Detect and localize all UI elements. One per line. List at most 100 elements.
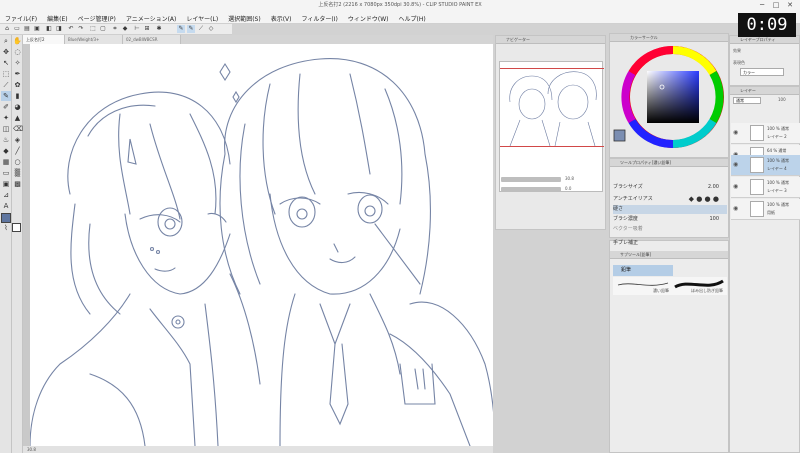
layer-thumbnail bbox=[750, 125, 764, 141]
zoom-tool-icon[interactable]: ⌕ bbox=[1, 36, 11, 46]
blend-tool-icon[interactable]: ♨ bbox=[1, 135, 11, 145]
3d-icon[interactable]: ◈ bbox=[13, 135, 22, 145]
visibility-eye-icon[interactable]: ◉ bbox=[733, 205, 738, 212]
window-controls: ─ □ ✕ bbox=[756, 1, 796, 9]
brush-tool-icon[interactable]: ✐ bbox=[1, 102, 11, 112]
menu-filter[interactable]: フィルター(I) bbox=[297, 10, 343, 23]
snap-grid-icon[interactable]: ⊞ bbox=[143, 25, 151, 33]
vector-snap-row[interactable]: ベクター吸着 bbox=[613, 225, 727, 234]
snap-ruler-icon[interactable]: ⊢ bbox=[133, 25, 141, 33]
operation-tool-icon[interactable]: ↖ bbox=[1, 58, 11, 68]
airbrush-icon[interactable]: ✦ bbox=[1, 113, 11, 123]
frame-tool-icon[interactable]: ▣ bbox=[1, 179, 11, 189]
rotate-slider[interactable] bbox=[501, 187, 561, 192]
close-button[interactable]: ✕ bbox=[784, 1, 796, 9]
pen-mode-icon[interactable]: ✎ bbox=[177, 25, 185, 33]
pencil-tool-icon[interactable]: ✎ bbox=[1, 91, 11, 101]
fill-icon[interactable]: ◆ bbox=[121, 25, 129, 33]
color-wheel[interactable] bbox=[610, 42, 730, 159]
minimize-button[interactable]: ─ bbox=[756, 1, 768, 9]
antialias-row[interactable]: アンチエイリアス ◆ ● ● ● bbox=[613, 195, 727, 204]
open-icon[interactable]: ▤ bbox=[23, 25, 31, 33]
tab-canvas-3[interactable]: 02_dwBlWBCSR bbox=[123, 35, 181, 44]
watercolor-icon[interactable]: ◕ bbox=[13, 102, 22, 112]
save-icon[interactable]: ▣ bbox=[33, 25, 41, 33]
paint-icon[interactable]: ▲ bbox=[13, 113, 22, 123]
navigator-controls: 30.8 0.0 bbox=[499, 174, 603, 199]
brush-name-1[interactable]: 濃い鉛筆 bbox=[653, 288, 669, 294]
lasso-icon[interactable]: ◌ bbox=[13, 47, 22, 57]
vector-eraser-icon[interactable]: ⌫ bbox=[13, 124, 23, 134]
sub-color-swatch[interactable] bbox=[12, 223, 21, 232]
menu-help[interactable]: ヘルプ(H) bbox=[393, 10, 430, 23]
antialias-label: アンチエイリアス bbox=[613, 196, 653, 202]
main-color-swatch[interactable] bbox=[1, 213, 11, 223]
clear-icon[interactable]: ◧ bbox=[45, 25, 53, 33]
maximize-button[interactable]: □ bbox=[770, 1, 782, 9]
figure-tool-icon[interactable]: ▭ bbox=[1, 168, 11, 178]
eraser-icon[interactable]: ◫ bbox=[1, 124, 11, 134]
home-icon[interactable]: ⌂ bbox=[3, 25, 11, 33]
gradient-icon[interactable]: ▦ bbox=[1, 157, 11, 167]
menu-page[interactable]: ページ管理(P) bbox=[73, 10, 121, 23]
redo-icon[interactable]: ↷ bbox=[77, 25, 85, 33]
layer-row-selected[interactable]: ◉ 100 % 通常 レイヤー 4 bbox=[731, 155, 800, 176]
pattern-icon[interactable]: ▩ bbox=[13, 179, 22, 189]
shape-icon[interactable]: ○ bbox=[13, 157, 22, 167]
tab-canvas-2[interactable]: Blue/Weight/3+ bbox=[65, 35, 123, 44]
text-tool-icon[interactable]: A bbox=[1, 201, 11, 211]
move-tool-icon[interactable]: ✥ bbox=[1, 47, 11, 57]
expression-select[interactable]: カラー bbox=[740, 68, 784, 76]
sketch-canvas[interactable] bbox=[30, 44, 493, 446]
perspective-icon[interactable]: ◇ bbox=[207, 25, 215, 33]
status-zoom: 30.8 bbox=[27, 447, 36, 452]
tab-canvas-1[interactable]: 上反名打2 bbox=[23, 35, 65, 44]
layer-row[interactable]: ◉ 100 % 通常 レイヤー 3 bbox=[731, 177, 800, 198]
menu-layer[interactable]: レイヤー(L) bbox=[181, 10, 223, 23]
pen-mode2-icon[interactable]: ✎ bbox=[187, 25, 195, 33]
marker-icon[interactable]: ▮ bbox=[13, 91, 22, 101]
brush-name-2[interactable]: ほみ出し防ぎ鉛筆 bbox=[691, 288, 723, 294]
visibility-eye-icon[interactable]: ◉ bbox=[733, 183, 738, 190]
brush-density-row[interactable]: ブラシ濃度 100 bbox=[613, 215, 727, 224]
correct-line-icon[interactable]: ⌇ bbox=[1, 223, 11, 233]
magic-wand-icon[interactable]: ✧ bbox=[13, 58, 22, 68]
zoom-slider[interactable] bbox=[501, 177, 561, 182]
crop-icon[interactable]: ⌗ bbox=[111, 25, 119, 33]
pen-tool-icon[interactable]: ✒ bbox=[13, 69, 22, 79]
settings-icon[interactable]: ✱ bbox=[155, 25, 163, 33]
menu-file[interactable]: ファイル(F) bbox=[0, 10, 42, 23]
ruler-icon[interactable]: ⟋ bbox=[197, 25, 205, 33]
menu-view[interactable]: 表示(V) bbox=[266, 10, 297, 23]
menu-edit[interactable]: 編集(E) bbox=[42, 10, 72, 23]
selection-tool-icon[interactable]: ⬚ bbox=[1, 69, 11, 79]
menu-animation[interactable]: アニメーション(A) bbox=[121, 10, 182, 23]
select-all-icon[interactable]: ▢ bbox=[99, 25, 107, 33]
fill-tool-icon[interactable]: ◆ bbox=[1, 146, 11, 156]
navigator-thumbnail[interactable] bbox=[499, 61, 604, 192]
menu-selection[interactable]: 選択範囲(S) bbox=[223, 10, 266, 23]
transform-icon[interactable]: ◨ bbox=[55, 25, 63, 33]
eyedropper-icon[interactable]: ⟋ bbox=[1, 80, 11, 90]
line-tool-icon[interactable]: ╱ bbox=[13, 146, 22, 156]
canvas-area[interactable] bbox=[23, 44, 493, 446]
menu-window[interactable]: ウィンドウ(W) bbox=[343, 10, 394, 23]
ruler-tool-icon[interactable]: ⊿ bbox=[1, 190, 11, 200]
decoration-icon[interactable]: ✿ bbox=[13, 80, 22, 90]
hardness-row[interactable]: 硬さ bbox=[613, 205, 727, 214]
antialias-options[interactable]: ◆ ● ● ● bbox=[689, 195, 719, 204]
layer-row[interactable]: ◉ 100 % 通常 レイヤー 2 bbox=[731, 123, 800, 144]
subtool-group[interactable]: 鉛筆 bbox=[613, 265, 673, 276]
undo-icon[interactable]: ↶ bbox=[67, 25, 75, 33]
deselect-icon[interactable]: ⬚ bbox=[89, 25, 97, 33]
new-file-icon[interactable]: ▭ bbox=[13, 25, 21, 33]
brush-size-row[interactable]: ブラシサイズ 2.00 bbox=[613, 183, 727, 192]
layer-row[interactable]: ◉ 100 % 通常 用紙 bbox=[731, 199, 800, 220]
color-circle-panel: カラーサークル bbox=[609, 33, 729, 158]
stabilization-row[interactable]: 手ブレ補正 bbox=[613, 239, 727, 248]
visibility-eye-icon[interactable]: ◉ bbox=[733, 161, 738, 168]
blend-mode-select[interactable]: 通常 bbox=[733, 97, 761, 104]
hand-tool-icon[interactable]: ✋ bbox=[13, 36, 22, 46]
visibility-eye-icon[interactable]: ◉ bbox=[733, 129, 738, 136]
tone-icon[interactable]: ▒ bbox=[13, 168, 22, 178]
